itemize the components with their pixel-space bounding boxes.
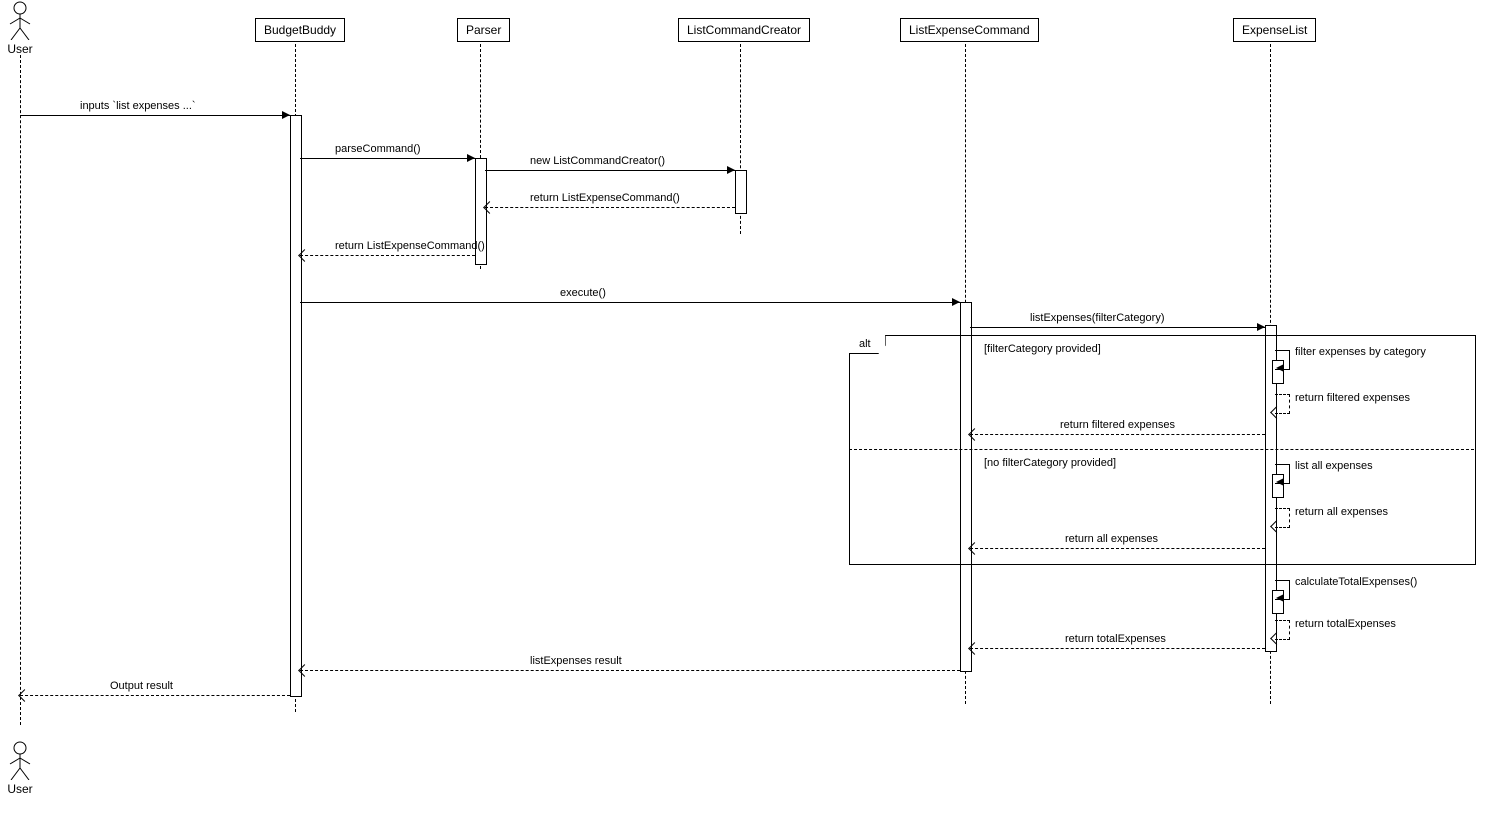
actor-user-top-label: User (5, 42, 35, 56)
msg-ret-lec: return ListExpenseCommand() (530, 192, 680, 204)
arrow-m1 (20, 115, 290, 116)
msg-rettotal2: return totalExpenses (1065, 633, 1166, 645)
msg-output: Output result (110, 680, 173, 692)
arrowhead-m1 (282, 111, 290, 119)
lifeline-user (20, 55, 21, 725)
msg-retall: return all expenses (1295, 506, 1388, 518)
actor-user-top: User (5, 0, 35, 56)
activation-listcommandcreator (735, 170, 747, 214)
lifeline-head-parser: Parser (457, 18, 510, 42)
arrowhead-m8 (1276, 364, 1284, 372)
arrow-m5 (300, 255, 475, 256)
arrow-m16 (970, 648, 1265, 649)
msg-retfilt: return filtered expenses (1295, 392, 1410, 404)
arrowhead-m7 (1257, 323, 1265, 331)
arrowhead-m6 (952, 298, 960, 306)
stickman-icon (5, 740, 35, 780)
msg-filter: filter expenses by category (1295, 346, 1426, 358)
sequence-diagram: User BudgetBuddy Parser ListCommandCreat… (0, 0, 1491, 822)
msg-execute: execute() (560, 287, 606, 299)
lifeline-head-listexpensecommand: ListExpenseCommand (900, 18, 1039, 42)
arrow-m7 (970, 327, 1265, 328)
alt-divider (849, 449, 1474, 450)
actor-user-bottom-label: User (5, 782, 35, 796)
msg-calc: calculateTotalExpenses() (1295, 576, 1417, 588)
msg-input: inputs `list expenses ...` (80, 100, 196, 112)
msg-listall: list all expenses (1295, 460, 1373, 472)
msg-retfilt2: return filtered expenses (1060, 419, 1175, 431)
actor-user-bottom: User (5, 740, 35, 796)
stickman-icon (5, 0, 35, 40)
arrow-m6 (300, 302, 960, 303)
msg-newlcc: new ListCommandCreator() (530, 155, 665, 167)
msg-result: listExpenses result (530, 655, 622, 667)
activation-budgetbuddy (290, 115, 302, 697)
arrow-m2 (300, 158, 475, 159)
msg-listexpenses: listExpenses(filterCategory) (1030, 312, 1165, 324)
alt-label: alt (849, 335, 886, 354)
msg-retall2: return all expenses (1065, 533, 1158, 545)
lifeline-head-expenselist: ExpenseList (1233, 18, 1316, 42)
arrowhead-m14 (1276, 594, 1284, 602)
arrowhead-m2 (467, 154, 475, 162)
arrow-m3 (485, 170, 735, 171)
guard-1: [filterCategory provided] (984, 343, 1101, 355)
arrow-m17 (300, 670, 960, 671)
msg-ret-lec2: return ListExpenseCommand() (335, 240, 485, 252)
arrow-m10 (970, 434, 1265, 435)
lifeline-head-listcommandcreator: ListCommandCreator (678, 18, 810, 42)
guard-2: [no filterCategory provided] (984, 457, 1116, 469)
arrow-m18 (20, 695, 290, 696)
msg-rettotal: return totalExpenses (1295, 618, 1396, 630)
alt-fragment (849, 335, 1476, 565)
arrow-m13 (970, 548, 1265, 549)
lifeline-head-budgetbuddy: BudgetBuddy (255, 18, 345, 42)
msg-parsecommand: parseCommand() (335, 143, 421, 155)
arrowhead-m11 (1276, 478, 1284, 486)
arrowhead-m3 (727, 166, 735, 174)
arrow-m4 (485, 207, 735, 208)
